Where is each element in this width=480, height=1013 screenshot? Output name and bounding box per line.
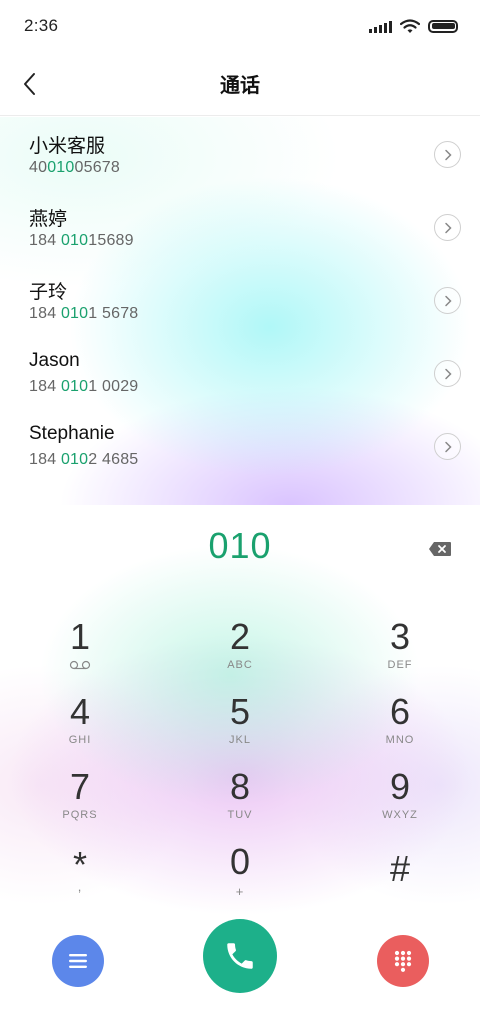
number-prefix: 184 <box>29 305 61 322</box>
contact-number: 184 01015689 <box>29 232 134 250</box>
contact-number: 184 0101 5678 <box>29 305 138 323</box>
number-match-highlight: 010 <box>60 232 89 249</box>
contact-name: 子玲 <box>29 282 68 303</box>
status-icons <box>369 18 458 34</box>
key-digit: 2 <box>229 616 251 657</box>
back-button[interactable] <box>14 68 44 100</box>
number-suffix: 2 4685 <box>88 451 139 468</box>
dial-key-2[interactable]: 2 ABC <box>180 617 300 687</box>
dialpad: 010 1 2 ABC 3 DEF 4 GHI 5 JKL 6 MNO 7 PQ… <box>0 505 480 1013</box>
phone-icon <box>227 943 253 969</box>
chevron-left-icon <box>24 73 35 95</box>
key-letters: + <box>235 884 245 899</box>
signal-icon <box>369 20 392 33</box>
key-letters: PQRS <box>62 809 98 821</box>
key-letters: WXYZ <box>382 809 418 821</box>
number-prefix: 184 <box>29 378 61 395</box>
dial-key-star[interactable]: * , <box>20 845 140 915</box>
number-match-highlight: 010 <box>60 378 89 395</box>
key-letters: TUV <box>227 809 253 821</box>
key-letters: JKL <box>229 734 251 746</box>
key-letters: GHI <box>68 734 92 746</box>
key-digit: # <box>389 848 411 889</box>
contact-name: Stephanie <box>29 423 115 444</box>
status-time: 2:36 <box>24 16 59 35</box>
dialed-number-display[interactable]: 010 <box>0 525 480 567</box>
dial-key-9[interactable]: 9 WXYZ <box>340 767 460 837</box>
contact-detail-button[interactable] <box>434 360 461 387</box>
number-suffix: 15689 <box>88 232 134 249</box>
chevron-right-icon <box>444 441 452 452</box>
number-suffix: 1 0029 <box>88 378 139 395</box>
contact-row[interactable]: 小米客服 4001005678 <box>0 117 480 190</box>
key-letters: MNO <box>385 734 415 746</box>
battery-icon <box>428 19 458 33</box>
voicemail-icon <box>69 660 91 670</box>
contact-number: 184 0101 0029 <box>29 378 138 396</box>
key-letters: DEF <box>387 659 413 671</box>
dial-key-1[interactable]: 1 <box>20 617 140 687</box>
contact-detail-button[interactable] <box>434 433 461 460</box>
key-digit: 9 <box>389 766 411 807</box>
key-letters: ABC <box>227 659 253 671</box>
contact-number: 184 0102 4685 <box>29 451 138 469</box>
contact-row[interactable]: Jason 184 0101 0029 <box>0 336 480 409</box>
wifi-icon <box>400 18 420 33</box>
chevron-right-icon <box>444 368 452 379</box>
dial-key-7[interactable]: 7 PQRS <box>20 767 140 837</box>
status-bar: 2:36 <box>0 0 480 52</box>
chevron-right-icon <box>444 295 452 306</box>
key-digit: 7 <box>69 766 91 807</box>
contact-detail-button[interactable] <box>434 287 461 314</box>
header: 通话 <box>0 52 480 116</box>
contact-row[interactable]: Stephanie 184 0102 4685 <box>0 409 480 482</box>
key-letters: , <box>77 879 83 894</box>
number-suffix: 05678 <box>74 159 120 176</box>
page-title: 通话 <box>220 75 260 97</box>
backspace-icon <box>429 542 451 556</box>
key-digit: 4 <box>69 691 91 732</box>
dial-key-hash[interactable]: # <box>340 849 460 919</box>
dialpad-icon <box>394 950 412 972</box>
dial-key-3[interactable]: 3 DEF <box>340 617 460 687</box>
contact-detail-button[interactable] <box>434 141 461 168</box>
key-digit: 1 <box>69 616 91 657</box>
key-digit: 6 <box>389 691 411 732</box>
backspace-button[interactable] <box>428 541 454 559</box>
number-match-highlight: 010 <box>60 451 89 468</box>
number-prefix: 184 <box>29 232 61 249</box>
number-match-highlight: 010 <box>60 305 89 322</box>
key-digit: 3 <box>389 616 411 657</box>
dial-key-4[interactable]: 4 GHI <box>20 692 140 762</box>
key-digit: 8 <box>229 766 251 807</box>
chevron-right-icon <box>444 149 452 160</box>
contact-detail-button[interactable] <box>434 214 461 241</box>
chevron-right-icon <box>444 222 452 233</box>
dial-key-8[interactable]: 8 TUV <box>180 767 300 837</box>
contact-name: 小米客服 <box>29 136 106 157</box>
key-digit: 0 <box>229 841 251 882</box>
contact-row[interactable]: 燕婷 184 01015689 <box>0 190 480 263</box>
number-prefix: 184 <box>29 451 61 468</box>
contact-number: 4001005678 <box>29 159 120 177</box>
dial-key-5[interactable]: 5 JKL <box>180 692 300 762</box>
contact-row[interactable]: 子玲 184 0101 5678 <box>0 263 480 336</box>
menu-button[interactable] <box>52 935 104 987</box>
number-match-highlight: 010 <box>47 159 75 176</box>
dial-key-0[interactable]: 0 + <box>180 842 300 912</box>
contact-results-list[interactable]: 小米客服 4001005678 燕婷 184 01015689 子玲 184 0… <box>0 117 480 505</box>
menu-icon <box>69 954 87 968</box>
number-prefix: 40 <box>29 159 48 176</box>
dial-key-6[interactable]: 6 MNO <box>340 692 460 762</box>
contact-name: Jason <box>29 350 80 371</box>
contact-name: 燕婷 <box>29 209 68 230</box>
dialpad-toggle-button[interactable] <box>377 935 429 987</box>
call-button[interactable] <box>203 919 277 993</box>
number-suffix: 1 5678 <box>88 305 139 322</box>
key-digit: 5 <box>229 691 251 732</box>
